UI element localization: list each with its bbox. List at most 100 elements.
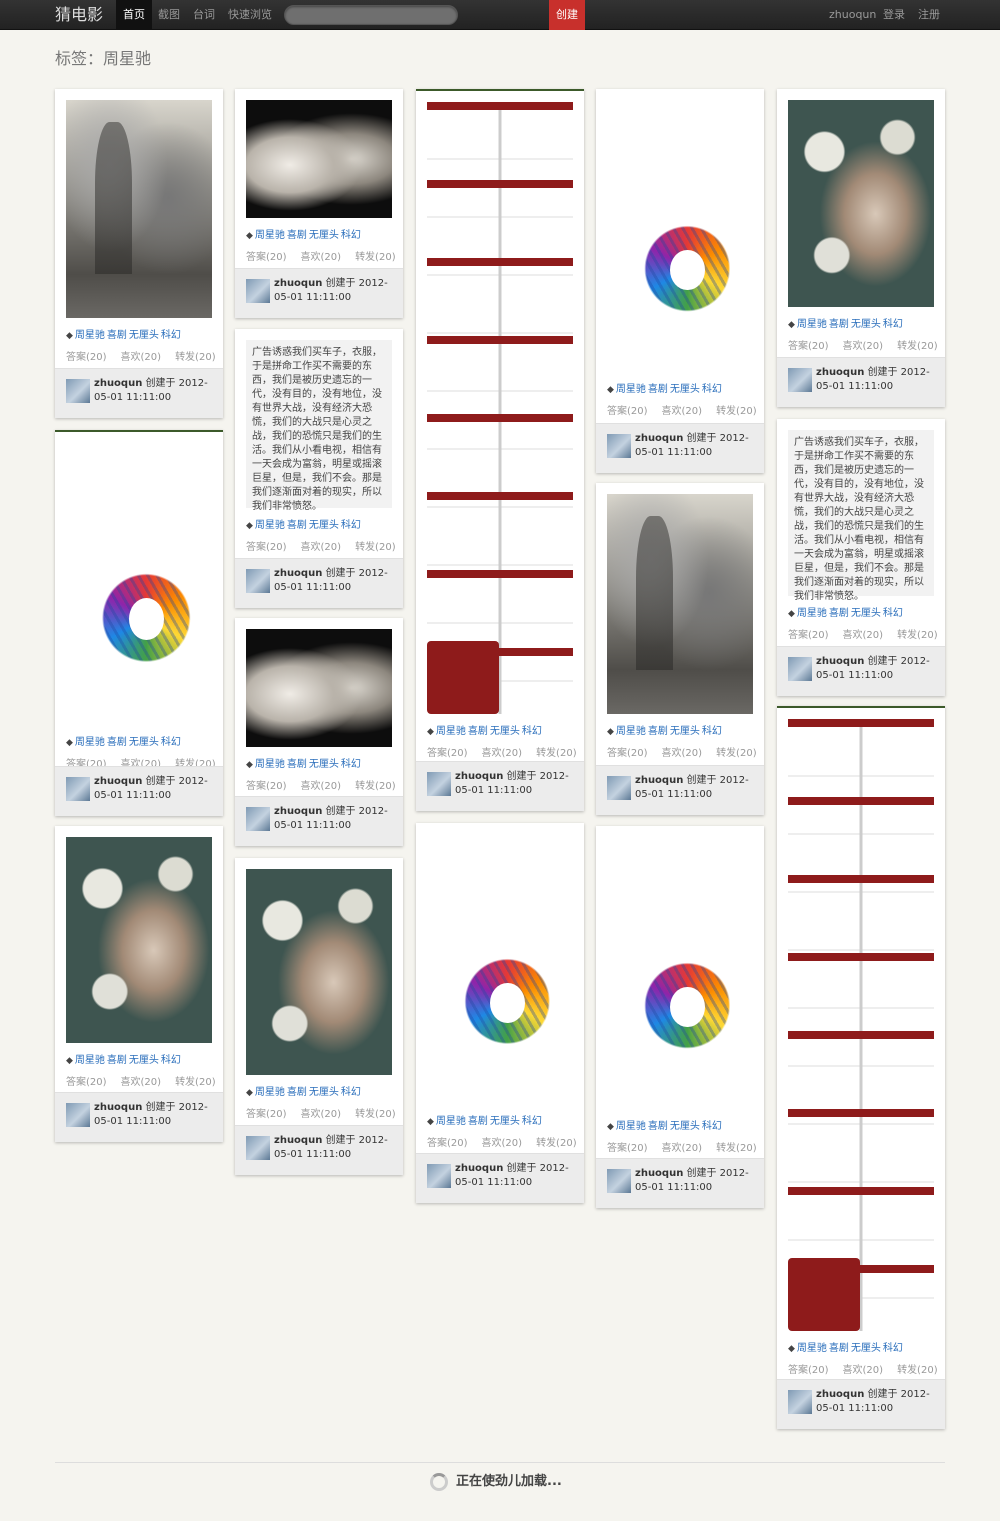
tag-link[interactable]: 喜剧 <box>648 384 668 395</box>
author-name[interactable]: zhuoqun <box>94 378 142 389</box>
tag-link[interactable]: 科幻 <box>161 737 181 748</box>
tag-link[interactable]: 喜剧 <box>287 759 307 770</box>
tag-link[interactable]: 喜剧 <box>648 1121 668 1132</box>
tag-link[interactable]: 周星驰 <box>75 1055 105 1066</box>
shares-count[interactable]: 转发(20) <box>716 748 757 759</box>
tag-link[interactable]: 科幻 <box>161 1055 181 1066</box>
tag-link[interactable]: 无厘头 <box>490 726 520 737</box>
tag-link[interactable]: 喜剧 <box>648 726 668 737</box>
tag-link[interactable]: 周星驰 <box>616 384 646 395</box>
avatar[interactable] <box>788 657 812 681</box>
tag-link[interactable]: 周星驰 <box>797 1343 827 1354</box>
mountain-painting[interactable] <box>66 100 212 318</box>
answers-count[interactable]: 答案(20) <box>607 406 648 417</box>
author-name[interactable]: zhuoqun <box>816 656 864 667</box>
answers-count[interactable]: 答案(20) <box>246 542 287 553</box>
color-wheel-infographic[interactable] <box>607 837 753 1109</box>
answers-count[interactable]: 答案(20) <box>246 781 287 792</box>
nav-screenshots[interactable]: 截图 <box>151 0 187 30</box>
register-link[interactable]: 注册 <box>911 0 947 30</box>
author-name[interactable]: zhuoqun <box>455 1163 503 1174</box>
tag-link[interactable]: 喜剧 <box>107 737 127 748</box>
answers-count[interactable]: 答案(20) <box>246 252 287 263</box>
tag-link[interactable]: 喜剧 <box>107 330 127 341</box>
shares-count[interactable]: 转发(20) <box>897 1365 938 1376</box>
author-name[interactable]: zhuoqun <box>635 775 683 786</box>
avatar[interactable] <box>607 434 631 458</box>
avatar[interactable] <box>66 777 90 801</box>
pin-card[interactable]: ◆ 周星驰 喜剧 无厘头 科幻 答案(20) 喜欢(20) 转发(20) zhuoqun 创建于… <box>55 89 223 418</box>
nav-quotes[interactable]: 台词 <box>186 0 222 30</box>
likes-count[interactable]: 喜欢(20) <box>482 748 523 759</box>
pin-card[interactable]: ◆ 周星驰 喜剧 无厘头 科幻 答案(20) 喜欢(20) 转发(20) zhuoqun 创建于… <box>416 823 584 1203</box>
answers-count[interactable]: 答案(20) <box>246 1109 287 1120</box>
pin-card[interactable]: ◆ 周星驰 喜剧 无厘头 科幻 答案(20) 喜欢(20) 转发(20) zhuoqun 创建于… <box>596 89 764 473</box>
pin-card[interactable]: ◆ 周星驰 喜剧 无厘头 科幻 答案(20) 喜欢(20) 转发(20) zhuoqun 创建于… <box>416 89 584 811</box>
tag-link[interactable]: 无厘头 <box>309 759 339 770</box>
boy-and-dog-photo[interactable] <box>246 629 392 747</box>
tag-link[interactable]: 无厘头 <box>670 1121 700 1132</box>
tag-link[interactable]: 科幻 <box>883 1343 903 1354</box>
shares-count[interactable]: 转发(20) <box>355 252 396 263</box>
pin-card[interactable]: ◆ 周星驰 喜剧 无厘头 科幻 答案(20) 喜欢(20) 转发(20) zhuoqun 创建于… <box>235 618 403 846</box>
tag-link[interactable]: 喜剧 <box>829 1343 849 1354</box>
tag-link[interactable]: 周星驰 <box>436 726 466 737</box>
likes-count[interactable]: 喜欢(20) <box>301 542 342 553</box>
avatar[interactable] <box>246 279 270 303</box>
tag-link[interactable]: 周星驰 <box>255 520 285 531</box>
tag-link[interactable]: 无厘头 <box>851 319 881 330</box>
author-name[interactable]: zhuoqun <box>94 1102 142 1113</box>
author-name[interactable]: zhuoqun <box>274 1135 322 1146</box>
tag-link[interactable]: 科幻 <box>702 384 722 395</box>
answers-count[interactable]: 答案(20) <box>788 1365 829 1376</box>
likes-count[interactable]: 喜欢(20) <box>843 341 884 352</box>
likes-count[interactable]: 喜欢(20) <box>121 1077 162 1088</box>
pin-card[interactable]: 广告诱惑我们买车子，衣服，于是拼命工作买不需要的东西，我们是被历史遗忘的一代，没… <box>235 329 403 608</box>
comic-strip[interactable] <box>427 102 573 714</box>
pin-card[interactable]: ◆ 周星驰 喜剧 无厘头 科幻 答案(20) 喜欢(20) 转发(20) zhuoqun 创建于… <box>596 483 764 815</box>
author-name[interactable]: zhuoqun <box>816 367 864 378</box>
answers-count[interactable]: 答案(20) <box>66 352 107 363</box>
tag-link[interactable]: 无厘头 <box>851 608 881 619</box>
tag-link[interactable]: 喜剧 <box>468 726 488 737</box>
shares-count[interactable]: 转发(20) <box>716 406 757 417</box>
answers-count[interactable]: 答案(20) <box>607 1143 648 1154</box>
tag-link[interactable]: 周星驰 <box>436 1116 466 1127</box>
tag-link[interactable]: 周星驰 <box>75 737 105 748</box>
likes-count[interactable]: 喜欢(20) <box>301 252 342 263</box>
shares-count[interactable]: 转发(20) <box>536 1138 577 1149</box>
likes-count[interactable]: 喜欢(20) <box>662 1143 703 1154</box>
avatar[interactable] <box>246 1136 270 1160</box>
tag-link[interactable]: 科幻 <box>341 1087 361 1098</box>
tag-link[interactable]: 喜剧 <box>829 319 849 330</box>
answers-count[interactable]: 答案(20) <box>427 1138 468 1149</box>
pin-card[interactable]: ◆ 周星驰 喜剧 无厘头 科幻 答案(20) 喜欢(20) 转发(20) zhuoqun 创建于… <box>235 858 403 1175</box>
avatar[interactable] <box>788 1390 812 1414</box>
likes-count[interactable]: 喜欢(20) <box>301 781 342 792</box>
login-link[interactable]: 登录 <box>876 0 912 30</box>
pin-card[interactable]: ◆ 周星驰 喜剧 无厘头 科幻 答案(20) 喜欢(20) 转发(20) zhuoqun 创建于… <box>55 826 223 1142</box>
tag-link[interactable]: 无厘头 <box>129 737 159 748</box>
likes-count[interactable]: 喜欢(20) <box>662 406 703 417</box>
author-name[interactable]: zhuoqun <box>274 806 322 817</box>
tag-link[interactable]: 科幻 <box>341 520 361 531</box>
author-name[interactable]: zhuoqun <box>816 1389 864 1400</box>
cat-dandelion-illustration[interactable] <box>788 100 934 307</box>
mountain-painting[interactable] <box>607 494 753 714</box>
answers-count[interactable]: 答案(20) <box>607 748 648 759</box>
color-wheel-infographic[interactable] <box>427 834 573 1104</box>
tag-link[interactable]: 无厘头 <box>129 1055 159 1066</box>
avatar[interactable] <box>246 569 270 593</box>
tag-link[interactable]: 周星驰 <box>255 759 285 770</box>
tag-link[interactable]: 喜剧 <box>287 230 307 241</box>
author-name[interactable]: zhuoqun <box>455 771 503 782</box>
pin-card[interactable]: ◆ 周星驰 喜剧 无厘头 科幻 答案(20) 喜欢(20) 转发(20) zhuoqun 创建于… <box>55 430 223 816</box>
shares-count[interactable]: 转发(20) <box>355 1109 396 1120</box>
comic-strip[interactable] <box>788 719 934 1331</box>
tag-link[interactable]: 无厘头 <box>670 726 700 737</box>
avatar[interactable] <box>66 1103 90 1127</box>
author-name[interactable]: zhuoqun <box>635 1168 683 1179</box>
tag-link[interactable]: 科幻 <box>883 608 903 619</box>
tag-link[interactable]: 喜剧 <box>287 520 307 531</box>
answers-count[interactable]: 答案(20) <box>788 630 829 641</box>
